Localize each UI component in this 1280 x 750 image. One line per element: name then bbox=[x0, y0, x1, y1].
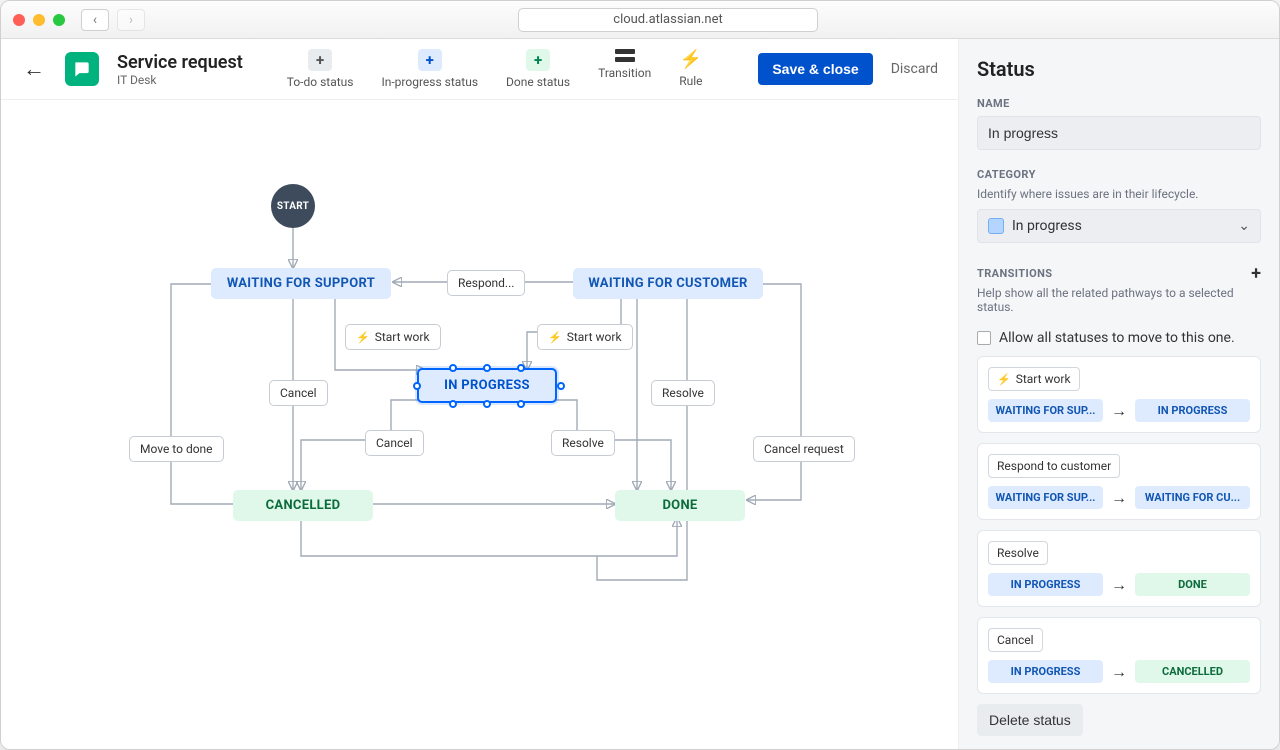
transition-from: IN PROGRESS bbox=[988, 573, 1103, 596]
transition-from: WAITING FOR SUP... bbox=[988, 399, 1103, 422]
add-done-status-button[interactable]: +Done status bbox=[506, 49, 570, 89]
status-sidebar: Status NAME CATEGORY Identify where issu… bbox=[959, 39, 1279, 749]
category-value: In progress bbox=[1012, 218, 1082, 234]
add-todo-label: To-do status bbox=[287, 75, 354, 89]
add-inprogress-status-button[interactable]: +In-progress status bbox=[381, 49, 478, 89]
transition-name: Respond to customer bbox=[988, 454, 1120, 478]
category-select[interactable]: In progress ⌄ bbox=[977, 209, 1261, 243]
resize-handle[interactable] bbox=[483, 364, 491, 372]
arrow-right-icon: → bbox=[1111, 575, 1127, 595]
transition-to: DONE bbox=[1135, 573, 1250, 596]
transition-to: IN PROGRESS bbox=[1135, 399, 1250, 422]
resize-handle[interactable] bbox=[449, 364, 457, 372]
name-label: NAME bbox=[977, 97, 1261, 110]
window-minimize-icon[interactable] bbox=[33, 14, 45, 26]
status-name-input[interactable] bbox=[977, 116, 1261, 150]
status-done[interactable]: DONE bbox=[615, 490, 745, 521]
add-transition-icon[interactable]: + bbox=[1251, 263, 1261, 284]
status-start[interactable]: START bbox=[271, 184, 315, 228]
transition-resolve-right[interactable]: Resolve bbox=[651, 380, 715, 406]
project-icon bbox=[65, 52, 99, 86]
add-done-label: Done status bbox=[506, 75, 570, 89]
transition-card[interactable]: Resolve IN PROGRESS → DONE bbox=[977, 530, 1261, 607]
browser-forward-button[interactable]: › bbox=[117, 9, 145, 31]
transition-start-work-right[interactable]: Start work bbox=[537, 324, 633, 350]
transition-label: Start work bbox=[567, 330, 622, 344]
add-rule-label: Rule bbox=[679, 74, 702, 88]
save-button[interactable]: Save & close bbox=[758, 53, 872, 85]
arrow-right-icon: → bbox=[1111, 662, 1127, 682]
transition-start-work-left[interactable]: Start work bbox=[345, 324, 441, 350]
status-in-progress[interactable]: IN PROGRESS bbox=[417, 368, 557, 403]
workflow-title: Service request bbox=[117, 52, 243, 73]
workflow-edges bbox=[1, 100, 958, 749]
add-transition-button[interactable]: Transition bbox=[598, 49, 651, 89]
project-name: IT Desk bbox=[117, 73, 243, 87]
browser-url[interactable]: cloud.atlassian.net bbox=[518, 8, 818, 32]
workflow-canvas[interactable]: START WAITING FOR SUPPORT WAITING FOR CU… bbox=[1, 100, 958, 749]
browser-titlebar: ‹ › cloud.atlassian.net bbox=[1, 1, 1279, 39]
chevron-down-icon: ⌄ bbox=[1238, 218, 1250, 234]
resize-handle[interactable] bbox=[413, 382, 421, 390]
transition-from: IN PROGRESS bbox=[988, 660, 1103, 683]
transition-to: CANCELLED bbox=[1135, 660, 1250, 683]
arrow-right-icon: → bbox=[1111, 488, 1127, 508]
add-rule-button[interactable]: ⚡Rule bbox=[679, 49, 702, 89]
transition-label: Start work bbox=[375, 330, 430, 344]
sidebar-title: Status bbox=[977, 57, 1261, 81]
transition-card[interactable]: Respond to customer WAITING FOR SUP... → WA… bbox=[977, 443, 1261, 520]
arrow-right-icon: → bbox=[1111, 401, 1127, 421]
transitions-label: TRANSITIONS bbox=[977, 267, 1052, 280]
transition-respond[interactable]: Respond... bbox=[447, 270, 525, 296]
transition-cancel-request[interactable]: Cancel request bbox=[753, 436, 855, 462]
transition-from: WAITING FOR SUP... bbox=[988, 486, 1103, 509]
category-help: Identify where issues are in their lifec… bbox=[977, 187, 1261, 201]
add-todo-status-button[interactable]: +To-do status bbox=[287, 49, 354, 89]
window-close-icon[interactable] bbox=[13, 14, 25, 26]
transition-name: Cancel bbox=[988, 628, 1043, 652]
transition-cancel-left[interactable]: Cancel bbox=[269, 380, 328, 406]
resize-handle[interactable] bbox=[517, 364, 525, 372]
resize-handle[interactable] bbox=[483, 400, 491, 408]
workflow-header: ← Service request IT Desk +To-do status … bbox=[1, 39, 958, 100]
delete-status-button[interactable]: Delete status bbox=[977, 704, 1083, 736]
discard-button[interactable]: Discard bbox=[891, 61, 938, 77]
transition-name: Start work bbox=[988, 367, 1080, 391]
browser-back-button[interactable]: ‹ bbox=[81, 9, 109, 31]
transition-cancel-center[interactable]: Cancel bbox=[365, 430, 424, 456]
add-transition-label: Transition bbox=[598, 66, 651, 80]
transition-move-to-done[interactable]: Move to done bbox=[129, 436, 224, 462]
window-zoom-icon[interactable] bbox=[53, 14, 65, 26]
transition-name: Resolve bbox=[988, 541, 1048, 565]
category-label: CATEGORY bbox=[977, 168, 1261, 181]
add-inprogress-label: In-progress status bbox=[381, 75, 478, 89]
category-color-swatch bbox=[988, 218, 1004, 234]
status-waiting-for-support[interactable]: WAITING FOR SUPPORT bbox=[211, 268, 391, 299]
resize-handle[interactable] bbox=[449, 400, 457, 408]
transition-card[interactable]: Start work WAITING FOR SUP... → IN PROGRESS bbox=[977, 356, 1261, 433]
status-cancelled[interactable]: CANCELLED bbox=[233, 490, 373, 521]
transition-resolve-center[interactable]: Resolve bbox=[551, 430, 615, 456]
resize-handle[interactable] bbox=[557, 382, 565, 390]
transition-card[interactable]: Cancel IN PROGRESS → CANCELLED bbox=[977, 617, 1261, 694]
back-button[interactable]: ← bbox=[21, 52, 47, 86]
allow-all-label: Allow all statuses to move to this one. bbox=[999, 330, 1235, 346]
transitions-help: Help show all the related pathways to a … bbox=[977, 286, 1261, 314]
allow-all-checkbox[interactable]: Allow all statuses to move to this one. bbox=[977, 330, 1261, 346]
transition-to: WAITING FOR CU... bbox=[1135, 486, 1250, 509]
status-waiting-for-customer[interactable]: WAITING FOR CUSTOMER bbox=[573, 268, 763, 299]
checkbox-icon bbox=[977, 331, 991, 345]
resize-handle[interactable] bbox=[517, 400, 525, 408]
